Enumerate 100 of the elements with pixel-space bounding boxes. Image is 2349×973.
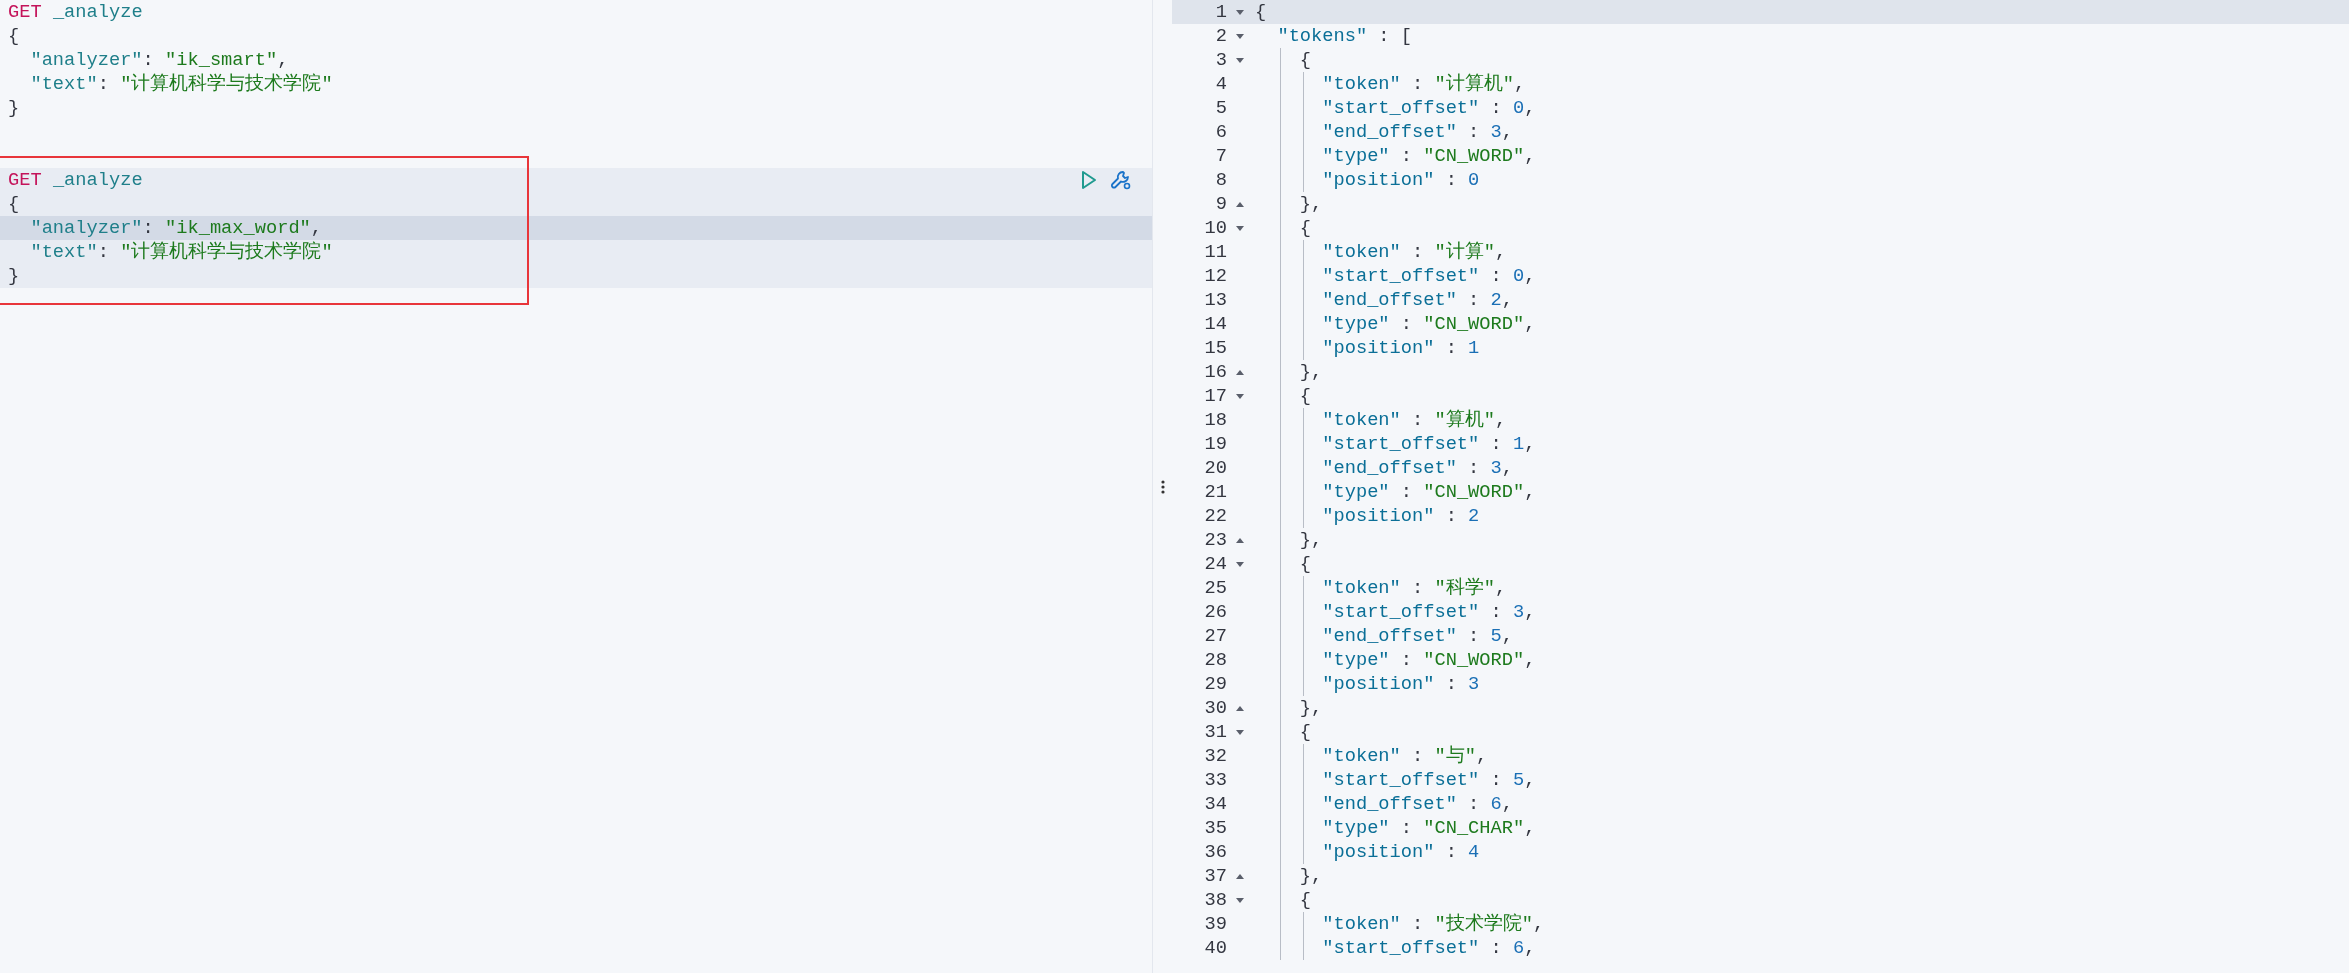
line-number: 3	[1214, 48, 1227, 72]
line-number: 39	[1203, 912, 1227, 936]
code-line: "token" : "技术学院",	[1321, 913, 1545, 935]
line-number: 36	[1203, 840, 1227, 864]
line-number: 30	[1203, 696, 1227, 720]
code-line: {	[1255, 1, 1267, 23]
code-line: "position" : 1	[1321, 337, 1480, 359]
code-line: "analyzer": "ik_smart",	[29, 48, 290, 72]
request-line: GET _analyze	[8, 0, 143, 24]
line-number: 28	[1203, 648, 1227, 672]
line-number: 20	[1203, 456, 1227, 480]
code-line: "end_offset" : 3,	[1321, 457, 1513, 479]
code-line: },	[1298, 529, 1323, 551]
line-number: 14	[1203, 312, 1227, 336]
line-number: 27	[1203, 624, 1227, 648]
code-line: "position" : 3	[1321, 673, 1480, 695]
line-number: 9	[1214, 192, 1227, 216]
line-number: 13	[1203, 288, 1227, 312]
fold-arrow-icon[interactable]	[1234, 872, 1245, 880]
line-number: 2	[1214, 24, 1227, 48]
code-line: "token" : "与",	[1321, 745, 1488, 767]
fold-arrow-icon[interactable]	[1234, 224, 1245, 232]
line-number: 24	[1203, 552, 1227, 576]
code-line: },	[1298, 193, 1323, 215]
fold-arrow-icon[interactable]	[1234, 728, 1245, 736]
resize-handle-icon[interactable]	[1160, 479, 1165, 494]
code-line: "end_offset" : 5,	[1321, 625, 1513, 647]
line-number: 34	[1203, 792, 1227, 816]
code-line: },	[1298, 865, 1323, 887]
line-number: 31	[1203, 720, 1227, 744]
line-number: 38	[1203, 888, 1227, 912]
line-number: 11	[1203, 240, 1227, 264]
code-line: },	[1298, 697, 1323, 719]
code-line: "start_offset" : 6,	[1321, 937, 1536, 959]
line-number: 25	[1203, 576, 1227, 600]
line-number: 18	[1203, 408, 1227, 432]
line-number: 8	[1214, 168, 1227, 192]
code-line: "type" : "CN_WORD",	[1321, 649, 1536, 671]
code-line: "start_offset" : 0,	[1321, 97, 1536, 119]
code-line: "token" : "计算",	[1321, 241, 1507, 263]
line-number: 29	[1203, 672, 1227, 696]
fold-arrow-icon[interactable]	[1234, 560, 1245, 568]
fold-arrow-icon[interactable]	[1234, 536, 1245, 544]
code-line: },	[1298, 361, 1323, 383]
line-number: 19	[1203, 432, 1227, 456]
line-number: 40	[1203, 936, 1227, 960]
line-number: 15	[1203, 336, 1227, 360]
code-line: "token" : "科学",	[1321, 577, 1507, 599]
code-line: "text": "计算机科学与技术学院"	[29, 72, 334, 96]
line-number: 4	[1214, 72, 1227, 96]
code-line: {	[7, 192, 21, 216]
code-line: {	[1298, 385, 1312, 407]
line-number: 35	[1203, 816, 1227, 840]
fold-arrow-icon[interactable]	[1234, 56, 1245, 64]
play-icon[interactable]	[1080, 170, 1098, 190]
code-line: "token" : "算机",	[1321, 409, 1507, 431]
code-line: "tokens" : [	[1276, 25, 1412, 47]
code-line: {	[7, 24, 21, 48]
code-line: "type" : "CN_WORD",	[1321, 313, 1536, 335]
line-number: 12	[1203, 264, 1227, 288]
fold-arrow-icon[interactable]	[1234, 8, 1245, 16]
code-line: "start_offset" : 1,	[1321, 433, 1536, 455]
code-line: {	[1298, 217, 1312, 239]
line-number: 1	[1214, 0, 1227, 24]
line-number: 33	[1203, 768, 1227, 792]
line-number: 5	[1214, 96, 1227, 120]
fold-arrow-icon[interactable]	[1234, 392, 1245, 400]
code-line: "end_offset" : 3,	[1321, 121, 1513, 143]
code-line: "token" : "计算机",	[1321, 73, 1526, 95]
code-line: "type" : "CN_WORD",	[1321, 481, 1536, 503]
code-line: "text": "计算机科学与技术学院"	[29, 240, 334, 264]
code-line: "type" : "CN_WORD",	[1321, 145, 1536, 167]
fold-arrow-icon[interactable]	[1234, 896, 1245, 904]
line-number: 21	[1203, 480, 1227, 504]
code-line: "position" : 2	[1321, 505, 1480, 527]
code-line: {	[1298, 889, 1312, 911]
wrench-icon[interactable]	[1110, 169, 1132, 191]
line-number: 17	[1203, 384, 1227, 408]
fold-arrow-icon[interactable]	[1234, 368, 1245, 376]
code-line: "type" : "CN_CHAR",	[1321, 817, 1536, 839]
line-number: 10	[1203, 216, 1227, 240]
code-line: "end_offset" : 6,	[1321, 793, 1513, 815]
fold-arrow-icon[interactable]	[1234, 704, 1245, 712]
code-line: "start_offset" : 0,	[1321, 265, 1536, 287]
request-line: GET _analyze	[8, 168, 143, 192]
code-line: "position" : 4	[1321, 841, 1480, 863]
line-number: 7	[1214, 144, 1227, 168]
code-line: "position" : 0	[1321, 169, 1480, 191]
fold-arrow-icon[interactable]	[1234, 32, 1245, 40]
fold-arrow-icon[interactable]	[1234, 200, 1245, 208]
code-line: }	[7, 96, 21, 120]
line-number: 22	[1203, 504, 1227, 528]
line-number: 37	[1203, 864, 1227, 888]
code-line: }	[7, 264, 21, 288]
code-line: {	[1298, 721, 1312, 743]
line-number: 23	[1203, 528, 1227, 552]
code-line: {	[1298, 553, 1312, 575]
code-line: "start_offset" : 3,	[1321, 601, 1536, 623]
line-number: 26	[1203, 600, 1227, 624]
code-line: "start_offset" : 5,	[1321, 769, 1536, 791]
